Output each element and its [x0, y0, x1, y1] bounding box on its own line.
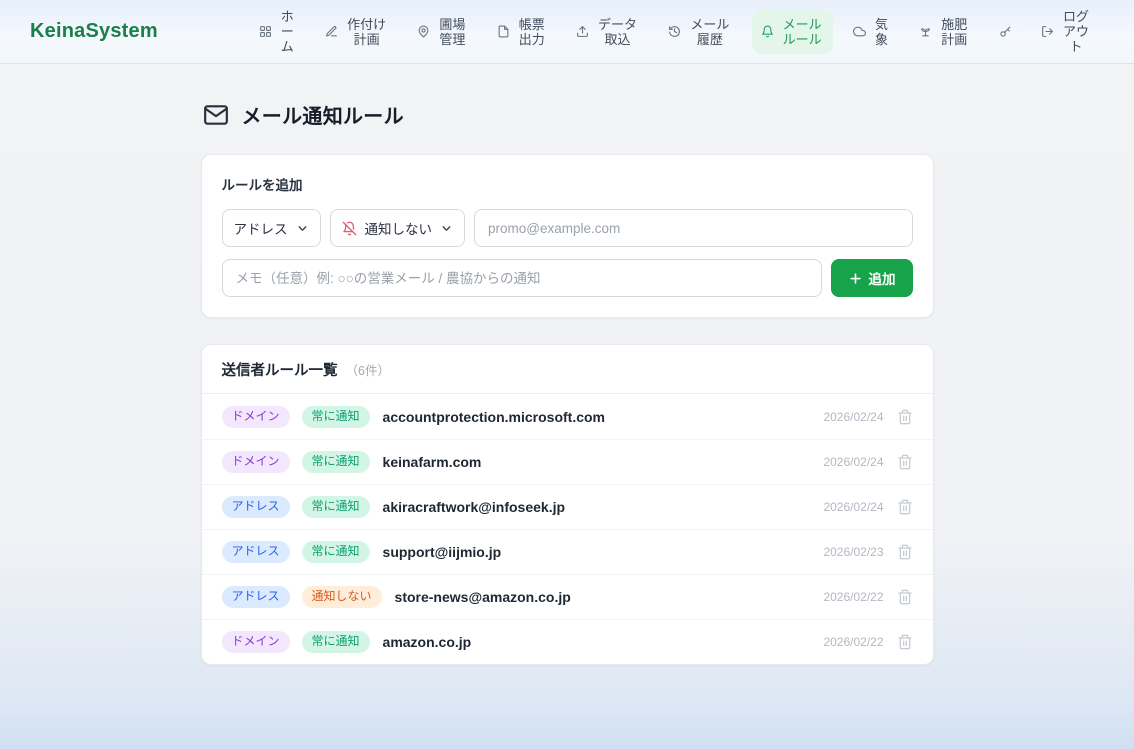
rule-action-badge: 常に通知 [302, 496, 370, 518]
rule-pattern: keinafarm.com [383, 454, 482, 470]
trash-icon [897, 454, 913, 470]
rule-pattern: akiracraftwork@infoseek.jp [383, 499, 566, 515]
rule-kind-badge: アドレス [222, 496, 290, 518]
pattern-input[interactable] [474, 209, 913, 247]
rule-date: 2026/02/23 [823, 545, 883, 559]
cloud-icon [853, 25, 866, 38]
map-pin-icon [417, 25, 430, 38]
upload-icon [576, 25, 589, 38]
delete-rule-button[interactable] [897, 544, 913, 560]
rules-list-card: 送信者ルール一覧 （6件） ドメイン 常に通知 accountprotectio… [201, 344, 934, 665]
chevron-down-icon [296, 222, 309, 235]
trash-icon [897, 409, 913, 425]
rule-action-select[interactable]: 通知しない [330, 209, 466, 247]
logout-icon [1041, 25, 1054, 38]
page-title: メール通知ルール [242, 100, 404, 129]
memo-input[interactable] [222, 259, 822, 297]
nav-item-api-key[interactable] [990, 18, 1021, 45]
rule-row: ドメイン 常に通知 keinafarm.com 2026/02/24 [202, 439, 933, 484]
top-nav: KeinaSystem ホーム 作付け計画 圃場管理 帳票出力 データ取込 メー… [0, 0, 1134, 64]
delete-rule-button[interactable] [897, 634, 913, 650]
nav-item-planting-plan[interactable]: 作付け計画 [316, 10, 397, 54]
brand-logo[interactable]: KeinaSystem [30, 20, 158, 43]
rule-row: ドメイン 常に通知 amazon.co.jp 2026/02/22 [202, 619, 933, 664]
pencil-icon [325, 25, 338, 38]
plus-icon [848, 271, 863, 286]
document-icon [497, 25, 510, 38]
rule-date: 2026/02/24 [823, 500, 883, 514]
rule-action-badge: 通知しない [302, 586, 382, 608]
rules-list-title: 送信者ルール一覧 [222, 359, 338, 380]
rule-kind-badge: ドメイン [222, 406, 290, 428]
rule-date: 2026/02/24 [823, 410, 883, 424]
nav-item-mail-history[interactable]: メール履歴 [659, 10, 740, 54]
rule-date: 2026/02/22 [823, 590, 883, 604]
nav-items: ホーム 作付け計画 圃場管理 帳票出力 データ取込 メール履歴 メールルール 気… [250, 2, 1100, 61]
trash-icon [897, 634, 913, 650]
rule-action-badge: 常に通知 [302, 406, 370, 428]
rule-row: アドレス 常に通知 akiracraftwork@infoseek.jp 202… [202, 484, 933, 529]
rule-kind-badge: アドレス [222, 541, 290, 563]
chevron-down-icon [440, 222, 453, 235]
delete-rule-button[interactable] [897, 499, 913, 515]
history-icon [668, 25, 681, 38]
add-button-label: 追加 [869, 268, 896, 288]
add-rule-row-1: アドレス 通知しない [222, 209, 913, 247]
bell-icon [761, 25, 774, 38]
delete-rule-button[interactable] [897, 454, 913, 470]
mail-icon [203, 102, 229, 128]
nav-item-mail-rules[interactable]: メールルール [752, 10, 833, 54]
rule-pattern: support@iijmio.jp [383, 544, 502, 560]
delete-rule-button[interactable] [897, 409, 913, 425]
rule-kind-badge: ドメイン [222, 451, 290, 473]
nav-item-field-management[interactable]: 圃場管理 [408, 10, 476, 54]
rule-pattern: accountprotection.microsoft.com [383, 409, 605, 425]
rule-row: アドレス 常に通知 support@iijmio.jp 2026/02/23 [202, 529, 933, 574]
rule-date: 2026/02/22 [823, 635, 883, 649]
rule-kind-badge: アドレス [222, 586, 290, 608]
main-content: メール通知ルール ルールを追加 アドレス 通知しない [201, 64, 934, 665]
trash-icon [897, 544, 913, 560]
rule-row: アドレス 通知しない store-news@amazon.co.jp 2026/… [202, 574, 933, 619]
sprout-icon [919, 25, 932, 38]
rule-type-select[interactable]: アドレス [222, 209, 321, 247]
rule-row: ドメイン 常に通知 accountprotection.microsoft.co… [202, 394, 933, 439]
add-rule-button[interactable]: 追加 [831, 259, 913, 297]
key-icon [999, 25, 1012, 38]
add-rule-row-2: 追加 [222, 259, 913, 297]
nav-item-data-import[interactable]: データ取込 [567, 10, 648, 54]
trash-icon [897, 589, 913, 605]
rules-list-head: 送信者ルール一覧 （6件） [202, 345, 933, 394]
rule-pattern: amazon.co.jp [383, 634, 472, 650]
rule-action-value: 通知しない [365, 218, 433, 238]
grid-icon [259, 25, 272, 38]
rule-action-badge: 常に通知 [302, 631, 370, 653]
rule-date: 2026/02/24 [823, 455, 883, 469]
rule-type-value: アドレス [234, 218, 288, 238]
rule-pattern: store-news@amazon.co.jp [395, 589, 571, 605]
nav-item-home[interactable]: ホーム [250, 2, 305, 61]
nav-item-fertilizer-plan[interactable]: 施肥計画 [910, 10, 978, 54]
rules-rows: ドメイン 常に通知 accountprotection.microsoft.co… [202, 394, 933, 664]
rule-action-badge: 常に通知 [302, 451, 370, 473]
nav-item-report-output[interactable]: 帳票出力 [488, 10, 556, 54]
add-rule-card: ルールを追加 アドレス 通知しない [201, 154, 934, 318]
page-head: メール通知ルール [203, 100, 934, 129]
delete-rule-button[interactable] [897, 589, 913, 605]
rules-count-badge: （6件） [346, 360, 390, 379]
rule-action-badge: 常に通知 [302, 541, 370, 563]
add-rule-heading: ルールを追加 [222, 174, 913, 194]
trash-icon [897, 499, 913, 515]
bell-off-icon [342, 221, 357, 236]
nav-item-weather[interactable]: 気象 [844, 10, 899, 54]
nav-item-logout[interactable]: ログアウト [1032, 2, 1100, 61]
rule-kind-badge: ドメイン [222, 631, 290, 653]
